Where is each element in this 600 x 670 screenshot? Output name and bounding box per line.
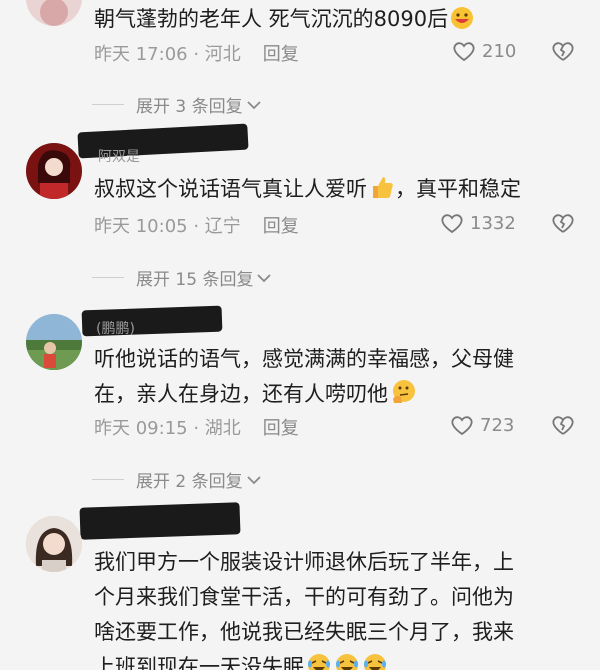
username: (鹏鹏) (96, 321, 135, 337)
rolling-laughing-emoji-icon (334, 652, 360, 670)
chevron-down-icon (246, 100, 261, 109)
grinning-face-emoji-icon (450, 6, 474, 41)
rolling-laughing-emoji-icon (306, 652, 332, 670)
avatar[interactable] (26, 314, 82, 370)
reply-button[interactable]: 回复 (263, 414, 299, 440)
like-button[interactable]: 210 (452, 40, 516, 62)
avatar[interactable] (26, 0, 82, 26)
thumbs-up-emoji-icon (369, 174, 395, 211)
chevron-down-icon (257, 273, 272, 282)
heart-icon (441, 214, 463, 234)
divider (92, 104, 124, 105)
comment-text: 朝气蓬勃的老年人 死气沉沉的8090后 (94, 2, 474, 41)
avatar[interactable] (26, 143, 82, 199)
expand-replies-button[interactable]: 展开 3 条回复 (92, 92, 261, 117)
comment-text: 叔叔这个说话语气真让人爱听 ，真平和稳定 (94, 172, 521, 211)
comment-time: 昨天 10:05 · 辽宁 (94, 216, 241, 237)
heart-icon (451, 416, 473, 436)
like-count: 210 (482, 40, 517, 62)
like-button[interactable]: 1332 (440, 212, 516, 234)
heart-icon (453, 42, 475, 62)
divider (92, 277, 124, 278)
divider (92, 479, 124, 480)
broken-heart-icon[interactable] (551, 212, 575, 234)
comment-text: 我们甲方一个服装设计师退休后玩了半年，上 个月来我们食堂干活，干的可有劲了。问他… (94, 545, 514, 670)
broken-heart-icon[interactable] (551, 414, 575, 436)
comment-time: 昨天 17:06 · 河北 (94, 44, 241, 65)
reply-button[interactable]: 回复 (263, 212, 299, 238)
redacted-username (79, 502, 241, 540)
chevron-down-icon (246, 475, 261, 484)
broken-heart-icon[interactable] (551, 40, 575, 62)
comment-time: 昨天 09:15 · 湖北 (94, 418, 241, 439)
comment-meta: 昨天 10:05 · 辽宁 回复 (94, 212, 299, 238)
like-count: 723 (480, 414, 515, 436)
username: 阿双是 (98, 149, 140, 165)
expand-replies-button[interactable]: 展开 2 条回复 (92, 467, 261, 492)
avatar[interactable] (26, 516, 82, 572)
comment-meta: 昨天 09:15 · 湖北 回复 (94, 414, 299, 440)
expand-replies-button[interactable]: 展开 15 条回复 (92, 265, 272, 290)
like-count: 1332 (470, 212, 516, 234)
thinking-face-emoji-icon (390, 379, 416, 416)
rolling-laughing-emoji-icon (362, 652, 388, 670)
like-button[interactable]: 723 (450, 414, 514, 436)
comment-meta: 昨天 17:06 · 河北 回复 (94, 40, 299, 66)
comment-text: 听他说话的语气，感觉满满的幸福感，父母健 在，亲人在身边，还有人唠叨他 (94, 342, 514, 416)
reply-button[interactable]: 回复 (263, 40, 299, 66)
